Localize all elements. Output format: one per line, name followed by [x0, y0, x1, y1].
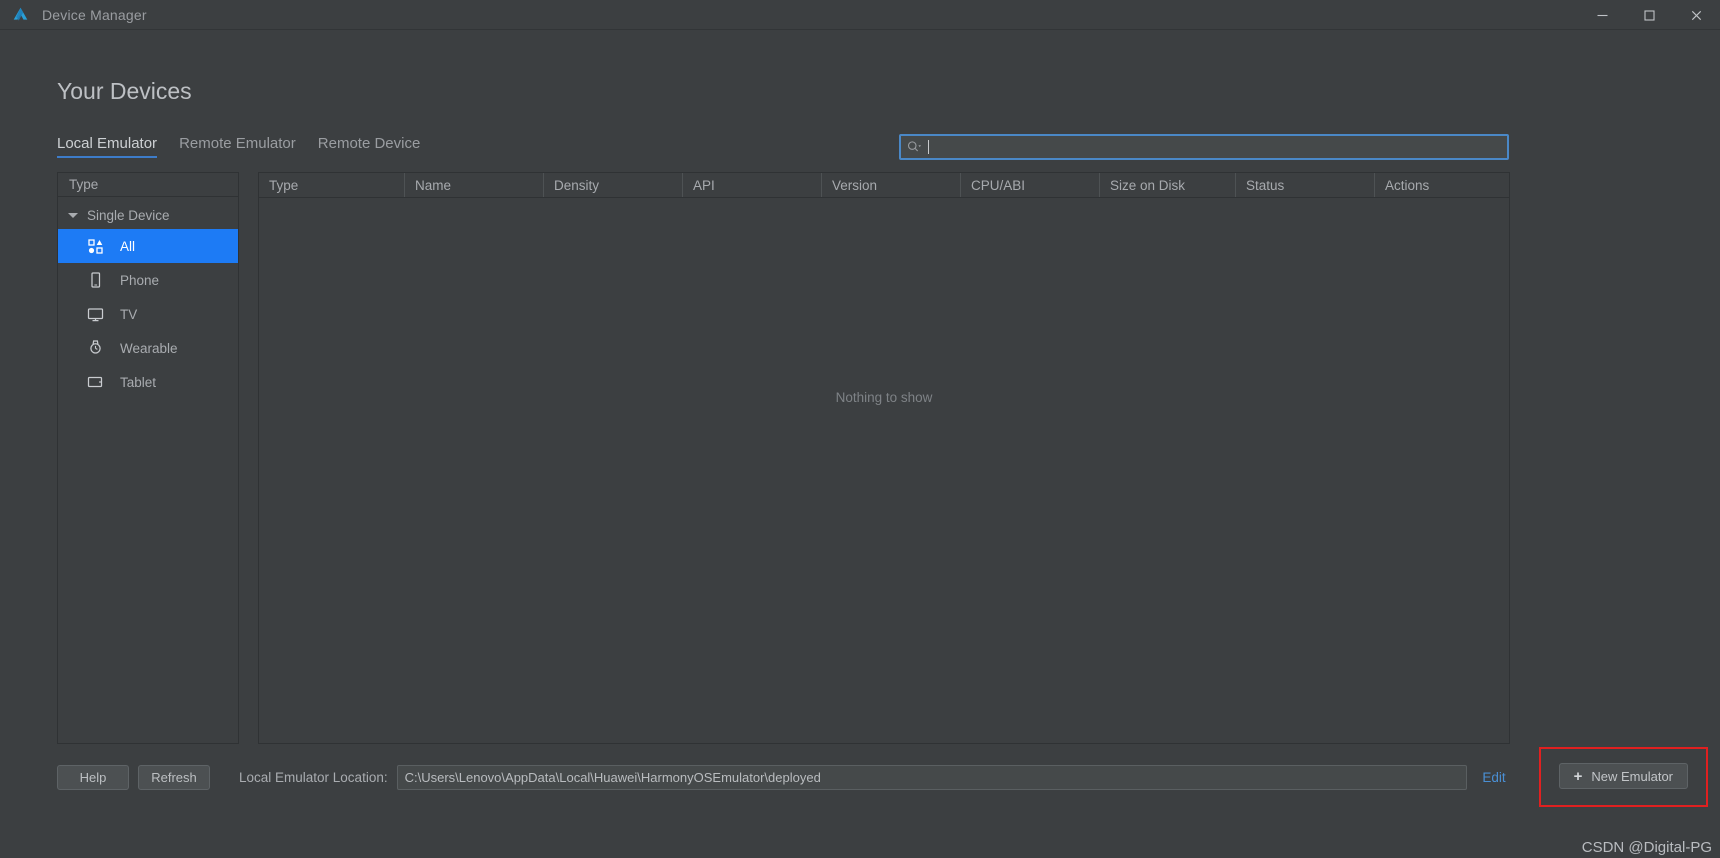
sidebar-item-tv[interactable]: TV: [58, 297, 238, 331]
tv-icon: [84, 307, 106, 322]
column-header-cpu-abi[interactable]: CPU/ABI: [961, 173, 1100, 197]
maximize-icon: [1644, 9, 1655, 21]
devices-table: Type Name Density API Version CPU/ABI Si…: [258, 172, 1510, 744]
search-input[interactable]: [932, 139, 1501, 155]
column-header-status[interactable]: Status: [1236, 173, 1375, 197]
column-header-type[interactable]: Type: [259, 173, 405, 197]
device-manager-page: Your Devices Local Emulator Remote Emula…: [0, 30, 1720, 858]
harmonyos-triangle-logo-icon: [13, 7, 28, 21]
close-button[interactable]: [1673, 0, 1720, 30]
column-header-density[interactable]: Density: [544, 173, 683, 197]
bottom-toolbar: Help Refresh Local Emulator Location: Ed…: [57, 747, 1708, 807]
watermark: CSDN @Digital-PG: [1581, 839, 1712, 856]
search-text-caret: [928, 140, 929, 154]
column-header-api[interactable]: API: [683, 173, 822, 197]
new-emulator-highlight-box: + New Emulator: [1538, 747, 1708, 807]
window-controls: [1579, 0, 1720, 30]
chevron-down-icon: [68, 212, 78, 218]
new-emulator-button[interactable]: + New Emulator: [1558, 763, 1688, 789]
sidebar-item-tablet[interactable]: Tablet: [58, 365, 238, 399]
sidebar-item-label: Tablet: [120, 374, 157, 390]
refresh-button[interactable]: Refresh: [138, 764, 210, 790]
sidebar-item-label: TV: [120, 306, 138, 322]
sidebar-item-label: All: [120, 238, 136, 254]
phone-icon: [84, 272, 106, 288]
local-emulator-location-input[interactable]: [396, 764, 1468, 790]
sidebar-group-label: Single Device: [87, 207, 170, 223]
sidebar-item-phone[interactable]: Phone: [58, 263, 238, 297]
local-emulator-location-label: Local Emulator Location:: [239, 769, 388, 785]
empty-state-message: Nothing to show: [835, 390, 933, 405]
page-title: Your Devices: [57, 78, 192, 104]
all-devices-icon: [84, 238, 106, 254]
plus-icon: +: [1573, 767, 1583, 785]
sidebar-header-type: Type: [58, 173, 238, 197]
close-icon: [1691, 10, 1702, 20]
search-box[interactable]: [899, 134, 1509, 160]
title-bar: Device Manager: [0, 0, 1720, 30]
window-title: Device Manager: [42, 6, 147, 23]
column-header-actions[interactable]: Actions: [1375, 173, 1509, 197]
tab-local-emulator[interactable]: Local Emulator: [57, 135, 158, 158]
content-split: Type Single Device All Phone TV Wearable…: [57, 172, 1510, 744]
help-button[interactable]: Help: [57, 764, 129, 790]
type-sidebar: Type Single Device All Phone TV Wearable…: [57, 172, 239, 744]
sidebar-group-single-device[interactable]: Single Device: [58, 201, 238, 229]
sidebar-item-all[interactable]: All: [58, 229, 238, 263]
sidebar-item-label: Wearable: [120, 340, 178, 356]
watch-icon: [84, 340, 106, 356]
sidebar-item-wearable[interactable]: Wearable: [58, 331, 238, 365]
search-icon: [907, 141, 922, 152]
tablet-icon: [84, 375, 106, 389]
column-header-size-on-disk[interactable]: Size on Disk: [1100, 173, 1236, 197]
column-header-version[interactable]: Version: [822, 173, 961, 197]
tab-bar: Local Emulator Remote Emulator Remote De…: [57, 135, 420, 158]
table-body: Nothing to show: [259, 198, 1509, 743]
column-header-name[interactable]: Name: [405, 173, 544, 197]
tab-remote-emulator[interactable]: Remote Emulator: [179, 135, 296, 158]
sidebar-list: Single Device All Phone TV Wearable Tabl…: [58, 197, 238, 743]
minimize-button[interactable]: [1579, 0, 1626, 30]
table-header-row: Type Name Density API Version CPU/ABI Si…: [259, 173, 1509, 198]
sidebar-item-label: Phone: [120, 272, 160, 288]
new-emulator-label: New Emulator: [1591, 768, 1673, 784]
maximize-button[interactable]: [1626, 0, 1673, 30]
tab-remote-device[interactable]: Remote Device: [318, 135, 421, 158]
edit-link[interactable]: Edit: [1482, 770, 1505, 785]
minimize-icon: [1597, 14, 1608, 16]
